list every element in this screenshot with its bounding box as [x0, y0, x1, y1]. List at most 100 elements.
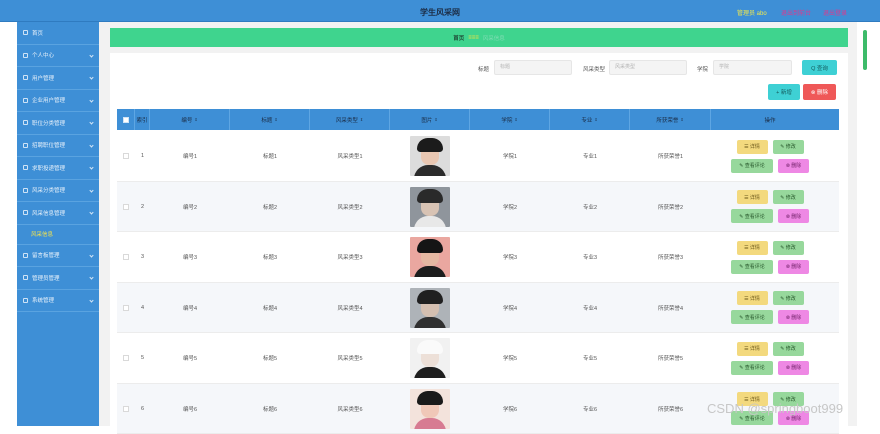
search-button[interactable]: Q 查询	[802, 60, 837, 75]
row-checkbox[interactable]	[123, 355, 129, 361]
row-code: 编号4	[150, 283, 230, 334]
edit-button[interactable]: ✎ 修改	[773, 241, 804, 255]
delete-button[interactable]: ⊗ 删除	[778, 260, 809, 274]
student-photo[interactable]	[410, 237, 450, 277]
select-all-checkbox[interactable]	[123, 117, 129, 123]
detail-button[interactable]: ☰ 详情	[737, 190, 768, 204]
sidebar-item[interactable]: 招聘职位管理	[17, 135, 99, 158]
row-select-cell	[117, 384, 135, 434]
sidebar-item[interactable]: 管理员管理	[17, 267, 99, 290]
view-comments-button[interactable]: ✎ 查看评论	[731, 310, 773, 324]
header-type-label: 风采类型	[336, 116, 358, 124]
view-comments-button[interactable]: ✎ 查看评论	[731, 159, 773, 173]
student-photo[interactable]	[410, 187, 450, 227]
row-major: 专业3	[550, 232, 630, 283]
student-photo[interactable]	[410, 288, 450, 328]
detail-button[interactable]: ☰ 详情	[737, 342, 768, 356]
sidebar: 首页个人中心用户管理企业用户管理职位分类管理招聘职位管理求职投递管理风采分类管理…	[17, 22, 99, 426]
view-comments-button[interactable]: ✎ 查看评论	[731, 260, 773, 274]
title-search-input[interactable]: 标题	[494, 60, 572, 75]
sidebar-item[interactable]: 企业用户管理	[17, 90, 99, 113]
type-search-input[interactable]: 风采类型	[609, 60, 687, 75]
title-search-label: 标题	[478, 65, 489, 73]
detail-button[interactable]: ☰ 详情	[737, 241, 768, 255]
row-photo-cell	[390, 182, 470, 233]
sidebar-item-label: 首页	[32, 29, 43, 37]
view-comments-button[interactable]: ✎ 查看评论	[731, 209, 773, 223]
header-major[interactable]: 专业⇕	[550, 109, 630, 130]
scrollbar-track[interactable]	[857, 22, 880, 426]
edit-button[interactable]: ✎ 修改	[773, 342, 804, 356]
row-type: 风采类型1	[310, 131, 390, 182]
row-checkbox[interactable]	[123, 153, 129, 159]
row-code: 编号5	[150, 333, 230, 384]
sidebar-subitem-active[interactable]: 风采信息	[17, 225, 99, 245]
edit-button[interactable]: ✎ 修改	[773, 190, 804, 204]
edit-button[interactable]: ✎ 修改	[773, 291, 804, 305]
sidebar-item[interactable]: 求职投递管理	[17, 157, 99, 180]
scrollbar-thumb[interactable]	[863, 30, 867, 70]
student-photo[interactable]	[410, 338, 450, 378]
row-honor: 所获荣誉3	[630, 232, 711, 283]
student-photo[interactable]	[410, 389, 450, 429]
add-button[interactable]: + 新增	[768, 84, 800, 100]
table-row[interactable]: 1编号1标题1风采类型1学院1专业1所获荣誉1☰ 详情✎ 修改✎ 查看评论⊗ 删…	[117, 131, 839, 182]
sidebar-item[interactable]: 风采信息管理	[17, 202, 99, 225]
student-photo[interactable]	[410, 136, 450, 176]
job-icon	[23, 143, 28, 148]
header-photo[interactable]: 图片⇕	[390, 109, 470, 130]
header-title[interactable]: 标题⇕	[230, 109, 310, 130]
table-row[interactable]: 4编号4标题4风采类型4学院4专业4所获荣誉4☰ 详情✎ 修改✎ 查看评论⊗ 删…	[117, 283, 839, 334]
admin-icon	[23, 275, 28, 280]
delete-button[interactable]: ⊗ 删除	[778, 209, 809, 223]
sort-icon: ⇕	[680, 117, 683, 122]
chevron-down-icon	[89, 188, 93, 192]
sidebar-item[interactable]: 留言板管理	[17, 245, 99, 268]
front-link[interactable]: 退出到前台	[781, 8, 811, 17]
delete-button[interactable]: ⊗ 删除	[778, 310, 809, 324]
header-college[interactable]: 学院⇕	[470, 109, 550, 130]
sidebar-item[interactable]: 个人中心	[17, 45, 99, 68]
header-honor[interactable]: 所获荣誉⇕	[630, 109, 711, 130]
users-icon	[23, 75, 28, 80]
row-major: 专业2	[550, 182, 630, 233]
row-major: 专业6	[550, 384, 630, 434]
row-major: 专业5	[550, 333, 630, 384]
row-honor: 所获荣誉4	[630, 283, 711, 334]
sidebar-item[interactable]: 用户管理	[17, 67, 99, 90]
chevron-down-icon	[89, 253, 93, 257]
sidebar-item[interactable]: 职位分类管理	[17, 112, 99, 135]
row-checkbox[interactable]	[123, 254, 129, 260]
breadcrumb-home[interactable]: 首页	[453, 34, 464, 42]
college-search-label: 学院	[697, 65, 708, 73]
header-type[interactable]: 风采类型⇕	[310, 109, 390, 130]
sidebar-item[interactable]: 首页	[17, 22, 99, 45]
breadcrumb-separator: ≡≡≡	[468, 35, 479, 41]
detail-button[interactable]: ☰ 详情	[737, 140, 768, 154]
edit-button[interactable]: ✎ 修改	[773, 140, 804, 154]
detail-button[interactable]: ☰ 详情	[737, 291, 768, 305]
sidebar-item[interactable]: 风采分类管理	[17, 180, 99, 203]
header-code[interactable]: 编号⇕	[150, 109, 230, 130]
row-checkbox[interactable]	[123, 406, 129, 412]
sidebar-item[interactable]: 系统管理	[17, 290, 99, 313]
row-index: 2	[135, 182, 150, 233]
row-actions: ☰ 详情 ✎ 修改✎ 查看评论 ⊗ 删除	[711, 283, 829, 334]
table-row[interactable]: 3编号3标题3风采类型3学院3专业3所获荣誉3☰ 详情✎ 修改✎ 查看评论⊗ 删…	[117, 232, 839, 283]
logout-link[interactable]: 退出登录	[823, 8, 847, 17]
table-row[interactable]: 2编号2标题2风采类型2学院2专业2所获荣誉2☰ 详情✎ 修改✎ 查看评论⊗ 删…	[117, 182, 839, 233]
sidebar-item-label: 风采信息管理	[32, 209, 65, 217]
delete-button[interactable]: ⊗ 删除	[778, 361, 809, 375]
header-code-label: 编号	[181, 116, 192, 124]
batch-delete-button[interactable]: ⊗ 删除	[803, 84, 836, 100]
row-actions: ☰ 详情 ✎ 修改✎ 查看评论 ⊗ 删除	[711, 232, 829, 283]
row-checkbox[interactable]	[123, 204, 129, 210]
row-index: 1	[135, 131, 150, 182]
view-comments-button[interactable]: ✎ 查看评论	[731, 361, 773, 375]
table-row[interactable]: 5编号5标题5风采类型5学院5专业5所获荣誉5☰ 详情✎ 修改✎ 查看评论⊗ 删…	[117, 333, 839, 384]
delete-button[interactable]: ⊗ 删除	[778, 159, 809, 173]
chevron-down-icon	[89, 120, 93, 124]
college-search-input[interactable]: 学院	[713, 60, 792, 75]
row-select-cell	[117, 131, 135, 182]
row-checkbox[interactable]	[123, 305, 129, 311]
